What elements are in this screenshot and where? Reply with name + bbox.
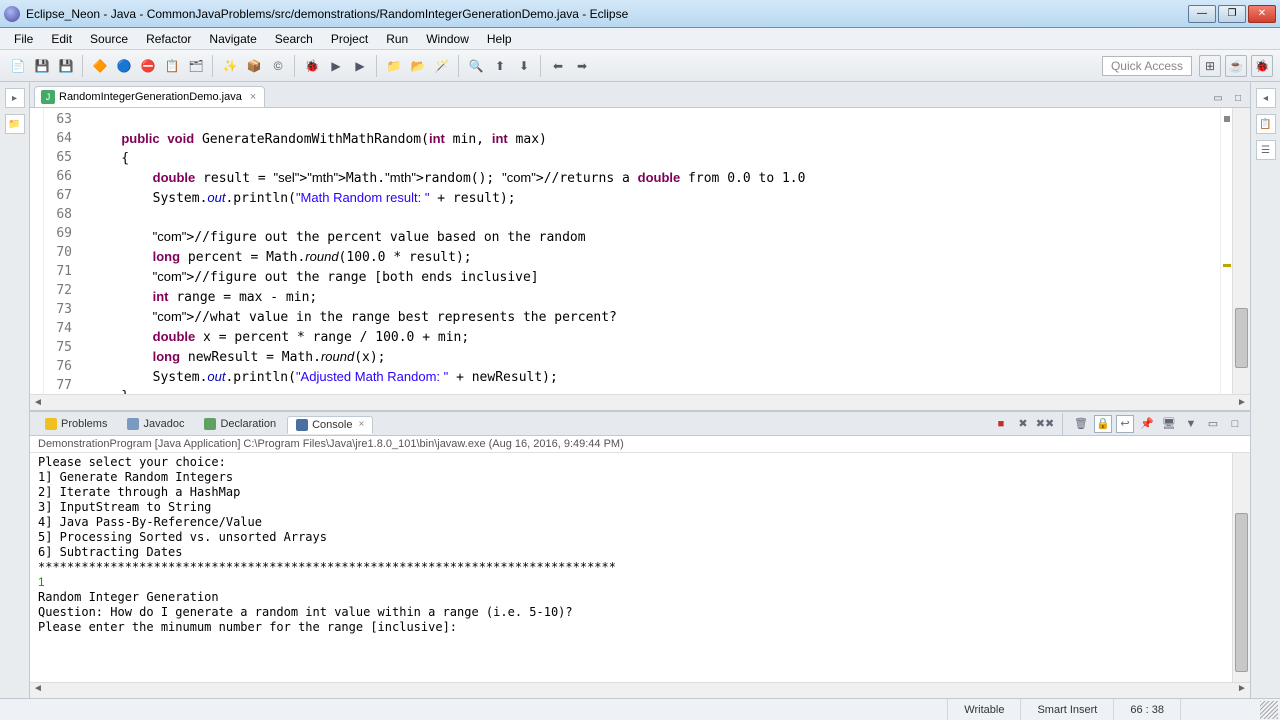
- remove-launch-button[interactable]: ✖: [1014, 415, 1032, 433]
- code-area[interactable]: public void GenerateRandomWithMathRandom…: [78, 108, 1220, 394]
- menu-refactor[interactable]: Refactor: [138, 30, 199, 48]
- close-button[interactable]: ✕: [1248, 5, 1276, 23]
- console-horizontal-scrollbar[interactable]: ◄►: [30, 682, 1250, 698]
- maximize-view-icon[interactable]: □: [1226, 415, 1244, 433]
- editor-tab-bar: J RandomIntegerGenerationDemo.java × ▭ □: [30, 82, 1250, 108]
- javadoc-icon: [127, 418, 139, 430]
- line-number-gutter: 63646566676869707172737475767778: [44, 108, 78, 394]
- eclipse-icon: [4, 6, 20, 22]
- menu-run[interactable]: Run: [378, 30, 416, 48]
- open-perspective-button[interactable]: ⊞: [1199, 55, 1221, 77]
- menu-bar: File Edit Source Refactor Navigate Searc…: [0, 28, 1280, 50]
- left-trim-stack: ▸ 📁: [0, 82, 30, 698]
- coverage-button[interactable]: ▶: [349, 55, 371, 77]
- tab-console[interactable]: Console×: [287, 416, 373, 434]
- minimize-button[interactable]: —: [1188, 5, 1216, 23]
- tab-problems[interactable]: Problems: [36, 415, 116, 433]
- java-perspective-button[interactable]: ☕: [1225, 55, 1247, 77]
- close-tab-icon[interactable]: ×: [250, 91, 256, 103]
- maximize-editor-icon[interactable]: □: [1230, 91, 1246, 105]
- console-launch-info: DemonstrationProgram [Java Application] …: [30, 436, 1250, 453]
- menu-help[interactable]: Help: [479, 30, 520, 48]
- main-toolbar: 📄 💾 💾 🔶 🔵 ⛔ 📋 🗂 ✨ 📦 © 🐞 ▶ ▶ 📁 📂 🪄 🔍 ⬆ ⬇ …: [0, 50, 1280, 82]
- editor-tab[interactable]: J RandomIntegerGenerationDemo.java ×: [34, 86, 265, 107]
- menu-project[interactable]: Project: [323, 30, 376, 48]
- new-package-button[interactable]: 📦: [243, 55, 265, 77]
- word-wrap-button[interactable]: ↩: [1116, 415, 1134, 433]
- open-project-button[interactable]: 📂: [407, 55, 429, 77]
- terminate-button[interactable]: ■: [992, 415, 1010, 433]
- window-title: Eclipse_Neon - Java - CommonJavaProblems…: [26, 7, 1188, 21]
- java-file-icon: J: [41, 90, 55, 104]
- minimize-view-icon[interactable]: ▭: [1204, 415, 1222, 433]
- console-vertical-scrollbar[interactable]: [1232, 453, 1250, 682]
- menu-source[interactable]: Source: [82, 30, 136, 48]
- forward-button[interactable]: ➡: [571, 55, 593, 77]
- status-cursor-position: 66 : 38: [1113, 699, 1180, 720]
- new-class-button[interactable]: ©: [267, 55, 289, 77]
- menu-navigate[interactable]: Navigate: [201, 30, 264, 48]
- quick-access-field[interactable]: Quick Access: [1102, 56, 1192, 76]
- restore-left-icon[interactable]: ▸: [5, 88, 25, 108]
- editor-tab-label: RandomIntegerGenerationDemo.java: [59, 91, 242, 103]
- new-button[interactable]: 📄: [7, 55, 29, 77]
- maximize-button[interactable]: ❐: [1218, 5, 1246, 23]
- breakpoint-button[interactable]: 🔵: [113, 55, 135, 77]
- console-icon: [296, 419, 308, 431]
- menu-window[interactable]: Window: [418, 30, 477, 48]
- skip-breakpoints-button[interactable]: ⛔: [137, 55, 159, 77]
- new-wizard-button[interactable]: ✨: [219, 55, 241, 77]
- wand-button[interactable]: 🪄: [431, 55, 453, 77]
- back-button[interactable]: ⬅: [547, 55, 569, 77]
- close-view-icon[interactable]: ×: [358, 419, 364, 430]
- menu-edit[interactable]: Edit: [43, 30, 80, 48]
- declaration-icon: [204, 418, 216, 430]
- menu-file[interactable]: File: [6, 30, 41, 48]
- right-trim-stack: ◂ 📋 ☰: [1250, 82, 1280, 698]
- annotation-next-button[interactable]: ⬇: [513, 55, 535, 77]
- new-project-button[interactable]: 📁: [383, 55, 405, 77]
- console-output[interactable]: Please select your choice: 1] Generate R…: [30, 453, 1250, 682]
- editor-vertical-scrollbar[interactable]: [1232, 108, 1250, 394]
- console-toolbar: ■ ✖ ✖✖ 🗑 🔒 ↩ 📌 🖥 ▼ ▭ □: [992, 413, 1244, 435]
- tab-javadoc[interactable]: Javadoc: [118, 415, 193, 433]
- problems-icon: [45, 418, 57, 430]
- code-editor[interactable]: 63646566676869707172737475767778 public …: [30, 108, 1250, 394]
- debug-button[interactable]: 🐞: [301, 55, 323, 77]
- status-bar: Writable Smart Insert 66 : 38: [0, 698, 1280, 720]
- display-console-button[interactable]: 🖥: [1160, 415, 1178, 433]
- open-type-button[interactable]: 🔶: [89, 55, 111, 77]
- clear-console-button[interactable]: 🗑: [1072, 415, 1090, 433]
- pin-console-button[interactable]: 📌: [1138, 415, 1156, 433]
- tab-declaration[interactable]: Declaration: [195, 415, 285, 433]
- task-list-icon[interactable]: 📋: [1256, 114, 1276, 134]
- outline-icon[interactable]: ☰: [1256, 140, 1276, 160]
- menu-search[interactable]: Search: [267, 30, 321, 48]
- remove-all-button[interactable]: ✖✖: [1036, 415, 1054, 433]
- overview-ruler[interactable]: [1220, 108, 1232, 394]
- open-console-button[interactable]: ▼: [1182, 415, 1200, 433]
- editor-horizontal-scrollbar[interactable]: ◄►: [30, 394, 1250, 410]
- status-insert-mode: Smart Insert: [1020, 699, 1113, 720]
- package-explorer-icon[interactable]: 📁: [5, 114, 25, 134]
- marker-ruler: [30, 108, 44, 394]
- build-button[interactable]: 📋: [161, 55, 183, 77]
- resize-grip-icon[interactable]: [1260, 701, 1278, 719]
- minimize-editor-icon[interactable]: ▭: [1210, 91, 1226, 105]
- save-button[interactable]: 💾: [31, 55, 53, 77]
- annotation-prev-button[interactable]: ⬆: [489, 55, 511, 77]
- status-writable: Writable: [947, 699, 1020, 720]
- bottom-view-tabs: Problems Javadoc Declaration Console× ■ …: [30, 412, 1250, 436]
- save-all-button[interactable]: 💾: [55, 55, 77, 77]
- title-bar: Eclipse_Neon - Java - CommonJavaProblems…: [0, 0, 1280, 28]
- debug-perspective-button[interactable]: 🐞: [1251, 55, 1273, 77]
- toggle-button[interactable]: 🗂: [185, 55, 207, 77]
- restore-right-icon[interactable]: ◂: [1256, 88, 1276, 108]
- run-button[interactable]: ▶: [325, 55, 347, 77]
- search-button[interactable]: 🔍: [465, 55, 487, 77]
- scroll-lock-button[interactable]: 🔒: [1094, 415, 1112, 433]
